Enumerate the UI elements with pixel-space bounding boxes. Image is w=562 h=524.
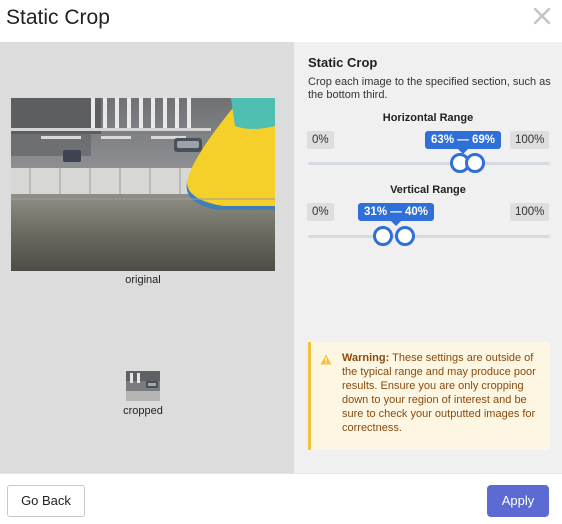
warning-box: Warning: These settings are outside of t… <box>308 342 550 450</box>
warning-heading: Warning: <box>342 352 390 364</box>
warning-message: Warning: These settings are outside of t… <box>342 351 542 435</box>
settings-pane: Static Crop Crop each image to the speci… <box>294 42 562 473</box>
cropped-label: cropped <box>123 405 163 417</box>
close-icon[interactable] <box>531 5 553 27</box>
vertical-track[interactable] <box>308 235 550 238</box>
settings-description: Crop each image to the specified section… <box>308 76 551 101</box>
horizontal-min-label: 0% <box>307 131 334 149</box>
original-label: original <box>125 274 161 286</box>
horizontal-track[interactable] <box>308 162 550 165</box>
horizontal-max-label: 100% <box>510 131 550 149</box>
vertical-min-label: 0% <box>307 203 334 221</box>
warning-body: These settings are outside of the typica… <box>342 352 536 434</box>
horizontal-handle-high[interactable] <box>464 153 485 173</box>
vertical-handle-low[interactable] <box>373 226 394 246</box>
original-image <box>11 98 275 271</box>
dialog-title: Static Crop <box>6 6 110 29</box>
vertical-handle-high[interactable] <box>394 226 415 246</box>
dialog-footer: Go Back Apply <box>0 473 562 524</box>
horizontal-value-label: 63% — 69% <box>425 131 501 154</box>
apply-button[interactable]: Apply <box>487 485 549 517</box>
vertical-max-label: 100% <box>510 203 550 221</box>
warning-icon <box>320 352 332 370</box>
dialog-header: Static Crop <box>0 0 562 42</box>
go-back-button[interactable]: Go Back <box>7 485 85 517</box>
horizontal-range-label: Horizontal Range <box>382 112 474 124</box>
vertical-range-label: Vertical Range <box>390 184 466 196</box>
vertical-value-label: 31% — 40% <box>358 203 434 226</box>
cropped-image <box>126 371 160 401</box>
settings-title: Static Crop <box>308 55 378 70</box>
preview-pane: original cropped <box>0 42 294 473</box>
